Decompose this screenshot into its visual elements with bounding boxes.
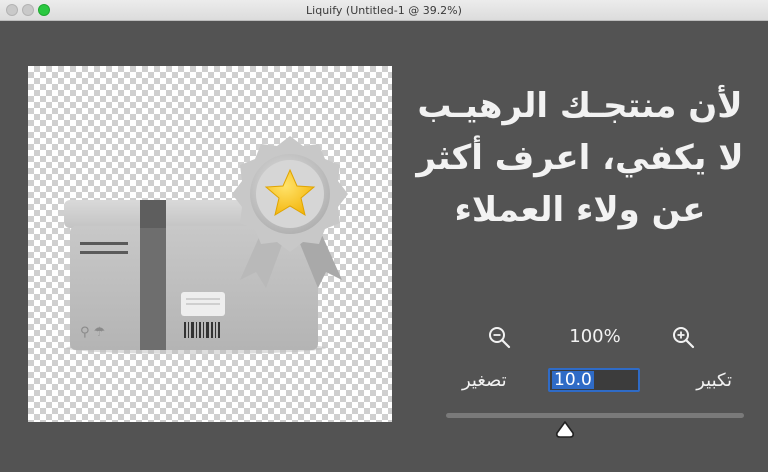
headline-line-2: لا يكفي، اعرف أكثر [416, 138, 744, 178]
headline-line-1: لأن منتجـك الرهيـب [417, 86, 743, 126]
enlarge-label: تكبير [696, 370, 732, 391]
svg-text:⚲ ☂: ⚲ ☂ [80, 325, 105, 340]
zoom-level: 100% [569, 326, 621, 347]
tool-slider-thumb[interactable] [554, 420, 576, 440]
box-award-illustration: ⚲ ☂ [64, 136, 348, 354]
preview-canvas[interactable]: ⚲ ☂ [28, 66, 392, 422]
zoom-controls: 100% [470, 320, 730, 356]
tool-value-selected-text: 10.0 [552, 370, 594, 390]
tool-value-input[interactable]: 10.0 [548, 368, 640, 392]
headline-text: لأن منتجـك الرهيـب لا يكفي، اعرف أكثر عن… [410, 80, 750, 236]
zoom-in-icon[interactable] [670, 324, 698, 352]
title-bar: Liquify (Untitled-1 @ 39.2%) [0, 0, 768, 21]
tool-slider-track[interactable] [446, 413, 744, 418]
shrink-label: تصغير [462, 370, 507, 391]
zoom-out-icon[interactable] [486, 324, 514, 352]
window-title: Liquify (Untitled-1 @ 39.2%) [306, 4, 462, 17]
headline-line-3: عن ولاء العملاء [454, 190, 706, 230]
